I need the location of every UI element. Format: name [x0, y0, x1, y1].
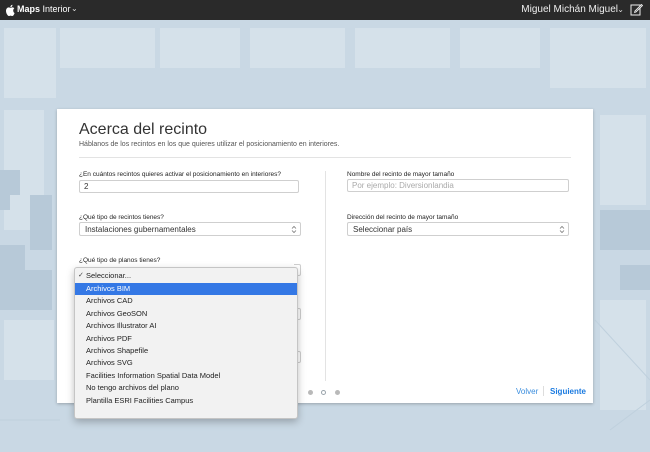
- step-dot-current: [321, 390, 326, 395]
- top-bar: Maps Interior ⌄ Miguel Michán Miguel ⌄: [0, 0, 650, 20]
- venue-address-label: Dirección del recinto de mayor tamaño: [347, 214, 459, 221]
- next-button[interactable]: Siguiente: [550, 387, 586, 396]
- country-value: Seleccionar país: [353, 225, 413, 234]
- app-title: Maps Interior: [17, 4, 71, 14]
- dropdown-option[interactable]: Archivos SVG: [75, 357, 297, 369]
- venue-type-value: Instalaciones gubernamentales: [85, 225, 196, 234]
- page-subtitle: Háblanos de los recintos en los que quie…: [79, 141, 340, 148]
- checkmark-icon: ✓: [78, 272, 84, 279]
- dropdown-option[interactable]: Archivos BIM: [75, 283, 297, 295]
- dropdown-option[interactable]: No tengo archivos del plano: [75, 382, 297, 394]
- step-dot: [308, 390, 313, 395]
- venue-type-select[interactable]: Instalaciones gubernamentales: [79, 222, 301, 236]
- dropdown-option[interactable]: Archivos GeoSON: [75, 308, 297, 320]
- column-divider: [325, 171, 326, 381]
- apple-logo-icon: [6, 4, 15, 16]
- compose-icon[interactable]: [630, 3, 643, 16]
- back-button[interactable]: Volver: [516, 387, 538, 396]
- country-select[interactable]: Seleccionar país: [347, 222, 569, 236]
- page-title: Acerca del recinto: [79, 121, 208, 138]
- dropdown-option[interactable]: Facilities Information Spatial Data Mode…: [75, 370, 297, 382]
- divider: [79, 157, 571, 158]
- venue-name-label: Nombre del recinto de mayor tamaño: [347, 171, 455, 178]
- step-dot: [335, 390, 340, 395]
- chevron-updown-icon: [291, 225, 297, 234]
- dropdown-placeholder-option[interactable]: ✓ Seleccionar...: [75, 270, 297, 282]
- chevron-updown-icon: [559, 225, 565, 234]
- dropdown-option[interactable]: Plantilla ESRI Facilities Campus: [75, 395, 297, 407]
- plan-type-dropdown[interactable]: ✓ Seleccionar... Archivos BIM Archivos C…: [74, 267, 298, 419]
- venue-name-input[interactable]: Por ejemplo: Diversionlandia: [347, 179, 569, 192]
- dropdown-option[interactable]: Archivos Illustrator AI: [75, 320, 297, 332]
- chevron-down-icon[interactable]: ⌄: [71, 4, 78, 13]
- user-menu[interactable]: Miguel Michán Miguel: [521, 4, 618, 15]
- dropdown-option[interactable]: Archivos Shapefile: [75, 345, 297, 357]
- plan-type-label: ¿Qué tipo de planos tienes?: [79, 257, 161, 264]
- footer-separator: [543, 386, 544, 396]
- venue-count-label: ¿En cuántos recintos quieres activar el …: [79, 171, 281, 178]
- dropdown-option[interactable]: Archivos PDF: [75, 333, 297, 345]
- dropdown-option[interactable]: Archivos CAD: [75, 295, 297, 307]
- venue-count-input[interactable]: 2: [79, 180, 299, 193]
- venue-type-label: ¿Qué tipo de recintos tienes?: [79, 214, 164, 221]
- chevron-down-icon[interactable]: ⌄: [617, 5, 624, 14]
